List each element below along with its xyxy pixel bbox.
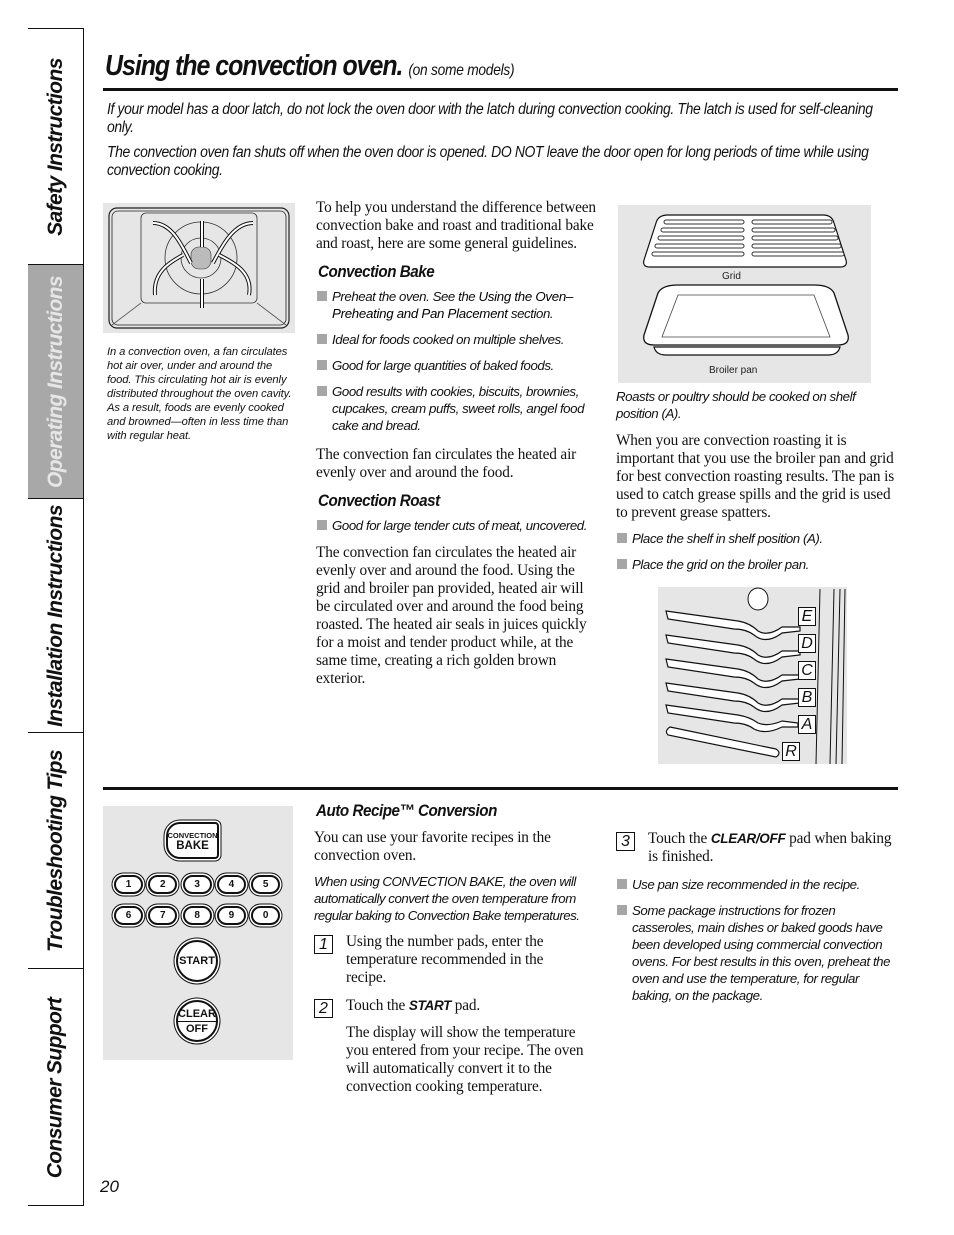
start-pad[interactable]: START	[176, 940, 218, 982]
step-2: 2 Touch the START pad. The display will …	[314, 997, 600, 1096]
bullet-square-icon	[617, 905, 627, 915]
bake-bullet: Preheat the oven. See the Using the Oven…	[316, 288, 598, 322]
convection-bake-pad[interactable]: CONVECTION BAKE	[166, 822, 219, 859]
clear-off-keyword: CLEAR/OFF	[710, 831, 786, 846]
bullet-square-icon	[617, 533, 627, 543]
intro-latch-warning: If your model has a door latch, do not l…	[107, 101, 873, 136]
shelf-position-e: E	[798, 607, 816, 626]
bake-bullet: Good results with cookies, biscuits, bro…	[316, 383, 598, 434]
step-number: 2	[314, 999, 333, 1018]
tab-troubleshooting-tips[interactable]: Troubleshooting Tips	[28, 733, 83, 969]
step-1: 1 Using the number pads, enter the tempe…	[314, 933, 560, 987]
title-rule	[103, 88, 898, 91]
convection-figure-caption: In a convection oven, a fan circulates h…	[107, 346, 292, 442]
tip-bullet: Some package instructions for frozen cas…	[616, 902, 898, 1004]
convection-bake-heading: Convection Bake	[318, 263, 435, 281]
bullet-square-icon	[317, 291, 327, 301]
tip-bullet: Use pan size recommended in the recipe.	[616, 876, 898, 893]
shelf-position-b: B	[798, 688, 816, 707]
bullet-square-icon	[317, 360, 327, 370]
title-subtitle: (on some models)	[408, 62, 515, 79]
shelf-position-caption: Roasts or poultry should be cooked on sh…	[616, 389, 856, 421]
number-pad-8[interactable]: 8	[182, 906, 212, 925]
tab-safety-instructions[interactable]: Safety Instructions	[28, 29, 83, 265]
tab-label: Troubleshooting Tips	[43, 749, 67, 952]
roasting-column: Roasts or poultry should be cooked on sh…	[616, 388, 898, 582]
grid-label: Grid	[722, 271, 741, 282]
start-keyword: START	[408, 998, 452, 1013]
auto-recipe-heading: Auto Recipe™ Conversion	[316, 802, 497, 820]
number-pad-4[interactable]: 4	[216, 875, 246, 894]
shelf-position-c: C	[798, 661, 816, 680]
number-pad-1[interactable]: 1	[114, 875, 143, 894]
auto-recipe-intro: You can use your favorite recipes in the…	[314, 829, 551, 864]
grid-broiler-pan-figure: Grid Broiler pan	[618, 205, 871, 383]
convection-roast-body: The convection fan circulates the heated…	[316, 544, 587, 687]
shelf-position-r: R	[782, 742, 800, 761]
number-pad-9[interactable]: 9	[216, 906, 246, 925]
section-divider	[103, 787, 898, 790]
tab-label: Consumer Support	[43, 997, 67, 1179]
bake-bullet: Good for large quantities of baked foods…	[316, 357, 598, 374]
tab-label: Installation Instructions	[43, 504, 67, 727]
broiler-pan-label: Broiler pan	[709, 365, 758, 376]
tab-operating-instructions[interactable]: Operating Instructions	[28, 265, 83, 499]
section-tabs: Safety Instructions Operating Instructio…	[28, 28, 84, 1206]
number-pad-2[interactable]: 2	[148, 875, 178, 894]
tab-installation-instructions[interactable]: Installation Instructions	[28, 499, 83, 733]
number-pad-3[interactable]: 3	[182, 875, 212, 894]
page-number: 20	[100, 1177, 119, 1196]
roasting-bullet: Place the grid on the broiler pan.	[616, 556, 898, 573]
step-2-detail: The display will show the temperature yo…	[346, 1024, 584, 1095]
tab-consumer-support[interactable]: Consumer Support	[28, 969, 83, 1207]
step-number: 1	[314, 935, 333, 954]
shelf-position-a: A	[798, 715, 816, 734]
guidelines-intro: To help you understand the difference be…	[316, 199, 596, 252]
convection-roast-heading: Convection Roast	[318, 492, 440, 510]
convection-airflow-figure	[103, 203, 295, 333]
auto-recipe-column: Auto Recipe™ Conversion You can use your…	[314, 800, 600, 1106]
oven-shelves-icon	[665, 587, 846, 765]
auto-recipe-note: When using CONVECTION BAKE, the oven wil…	[314, 874, 580, 923]
tab-label: Safety Instructions	[43, 57, 67, 236]
guidelines-column: To help you understand the difference be…	[316, 199, 598, 688]
clear-off-pad[interactable]: CLEAR OFF	[176, 1000, 218, 1042]
bullet-square-icon	[617, 559, 627, 569]
step-3: 3 Touch the CLEAR/OFF pad when baking is…	[616, 830, 898, 866]
bullet-square-icon	[317, 386, 327, 396]
bake-bullet: Ideal for foods cooked on multiple shelv…	[316, 331, 598, 348]
roasting-bullet: Place the shelf in shelf position (A).	[616, 530, 898, 547]
title-text: Using the convection oven.	[105, 50, 403, 82]
intro-fan-warning: The convection oven fan shuts off when t…	[107, 144, 869, 179]
convection-bake-body: The convection fan circulates the heated…	[316, 446, 577, 481]
number-pad-7[interactable]: 7	[148, 906, 178, 925]
bullet-square-icon	[317, 520, 327, 530]
number-pad-5[interactable]: 5	[251, 875, 281, 894]
shelf-positions-figure: EDCBAR	[658, 587, 847, 765]
number-pad-6[interactable]: 6	[114, 906, 143, 925]
bullet-square-icon	[317, 334, 327, 344]
roast-bullet: Good for large tender cuts of meat, unco…	[316, 517, 598, 534]
convection-airflow-icon	[108, 207, 290, 329]
tab-label: Operating Instructions	[43, 275, 67, 488]
shelf-position-d: D	[798, 634, 816, 653]
grid-and-broiler-pan-icon	[643, 214, 849, 356]
step-number: 3	[616, 832, 635, 851]
page-title: Using the convection oven. (on some mode…	[105, 50, 515, 83]
auto-recipe-tips: 3 Touch the CLEAR/OFF pad when baking is…	[616, 830, 898, 1013]
roasting-body: When you are convection roasting it is i…	[616, 432, 894, 521]
bullet-square-icon	[617, 879, 627, 889]
number-pad-0[interactable]: 0	[251, 906, 281, 925]
